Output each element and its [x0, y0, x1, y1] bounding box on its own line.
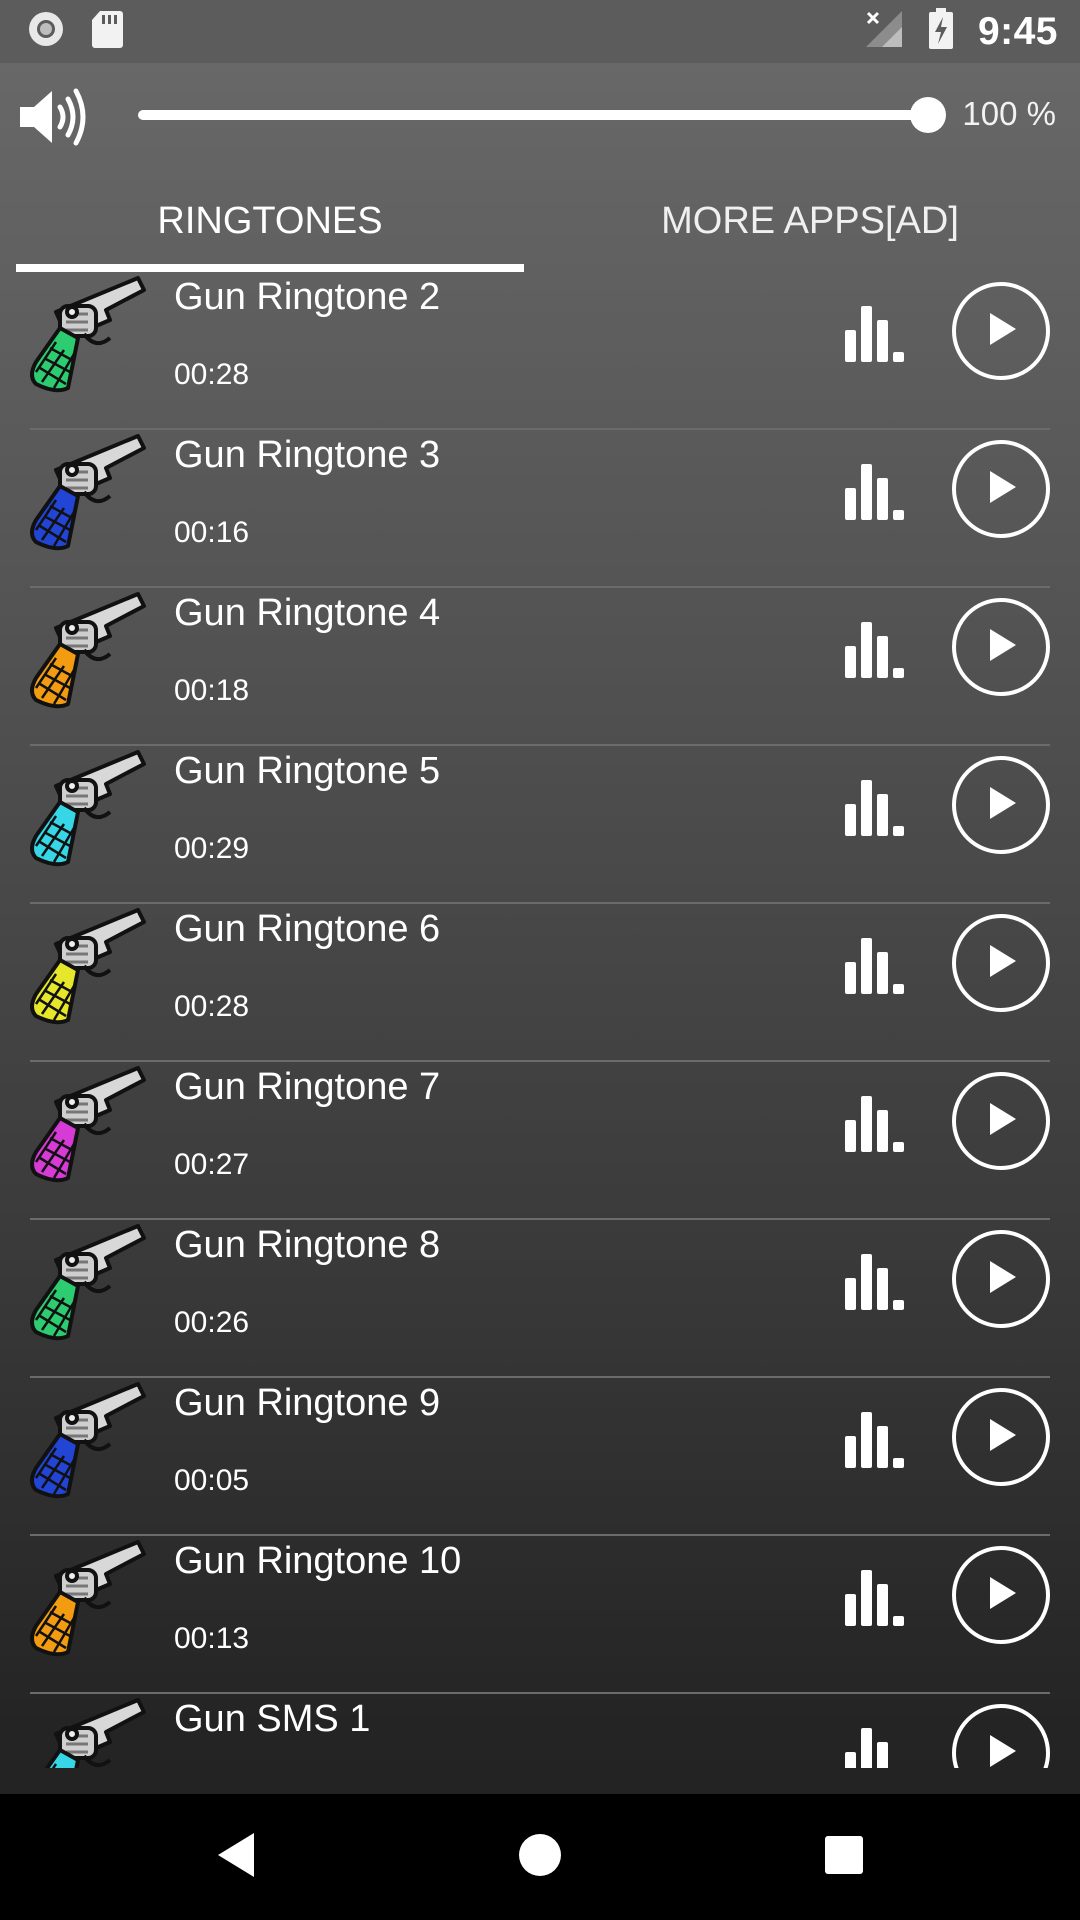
ringtone-title: Gun SMS 1 [174, 1698, 371, 1740]
play-button[interactable] [952, 914, 1050, 1012]
set-ringtone-bars-icon[interactable] [845, 776, 911, 841]
ringtone-duration: 00:29 [174, 832, 250, 865]
revolver-icon [26, 1378, 150, 1507]
ringtone-title: Gun Ringtone 8 [174, 1224, 441, 1266]
volume-slider-thumb[interactable] [910, 97, 946, 133]
revolver-icon [26, 272, 150, 401]
revolver-icon [26, 430, 150, 559]
play-button[interactable] [952, 598, 1050, 696]
revolver-icon [26, 588, 150, 717]
revolver-icon [26, 904, 150, 1033]
recents-button[interactable] [754, 1794, 934, 1920]
ringtone-duration: 00:28 [174, 990, 250, 1023]
back-button[interactable] [146, 1794, 326, 1920]
sd-card-icon [90, 9, 124, 54]
play-button[interactable] [952, 1388, 1050, 1486]
ringtone-title: Gun Ringtone 2 [174, 276, 441, 318]
play-icon [984, 943, 1018, 984]
play-icon [984, 627, 1018, 668]
play-icon [984, 1259, 1018, 1300]
battery-charging-icon [928, 8, 954, 55]
ringtone-title: Gun Ringtone 7 [174, 1066, 441, 1108]
set-ringtone-bars-icon[interactable] [845, 1408, 911, 1473]
status-time: 9:45 [977, 9, 1058, 53]
play-icon [984, 469, 1018, 510]
volume-control: 100 % [0, 63, 1080, 168]
set-ringtone-bars-icon[interactable] [845, 618, 911, 683]
set-ringtone-bars-icon[interactable] [845, 1250, 911, 1315]
ringtone-title: Gun Ringtone 5 [174, 750, 441, 792]
ringtone-list[interactable]: Gun Ringtone 2 00:28 Gun Ringtone 3 00:1… [0, 272, 1080, 1768]
ringtone-row[interactable]: Gun Ringtone 9 00:05 [0, 1378, 1080, 1536]
app-screen: 9:45 100 % RINGTONES MORE APPS[AD] Gun R… [0, 0, 1080, 1920]
speaker-icon[interactable] [18, 85, 94, 154]
ringtone-duration: 00:05 [174, 1464, 250, 1497]
play-icon [984, 785, 1018, 826]
play-button[interactable] [952, 756, 1050, 854]
ringtone-title: Gun Ringtone 9 [174, 1382, 441, 1424]
tab-bar: RINGTONES MORE APPS[AD] [0, 168, 1080, 274]
ringtone-title: Gun Ringtone 3 [174, 434, 441, 476]
ringtone-row[interactable]: Gun Ringtone 3 00:16 [0, 430, 1080, 588]
play-button[interactable] [952, 1546, 1050, 1644]
ringtone-duration: 00:13 [174, 1622, 250, 1655]
status-bar: 9:45 [0, 0, 1080, 63]
play-button[interactable] [952, 282, 1050, 380]
ringtone-row[interactable]: Gun Ringtone 8 00:26 [0, 1220, 1080, 1378]
set-ringtone-bars-icon[interactable] [845, 1724, 911, 1768]
ringtone-duration: 00:26 [174, 1306, 250, 1339]
set-ringtone-bars-icon[interactable] [845, 1566, 911, 1631]
back-icon [214, 1831, 258, 1884]
set-ringtone-bars-icon[interactable] [845, 1092, 911, 1157]
ringtone-row[interactable]: Gun SMS 1 [0, 1694, 1080, 1768]
play-button[interactable] [952, 1230, 1050, 1328]
tab-ringtones[interactable]: RINGTONES [16, 168, 524, 274]
play-icon [984, 1101, 1018, 1142]
play-icon [984, 1575, 1018, 1616]
play-button[interactable] [952, 1704, 1050, 1768]
tab-more-apps[interactable]: MORE APPS[AD] [540, 168, 1080, 274]
set-ringtone-bars-icon[interactable] [845, 460, 911, 525]
revolver-icon [26, 746, 150, 875]
ringtone-row[interactable]: Gun Ringtone 7 00:27 [0, 1062, 1080, 1220]
play-button[interactable] [952, 440, 1050, 538]
revolver-icon [26, 1694, 150, 1768]
ringtone-title: Gun Ringtone 4 [174, 592, 441, 634]
play-icon [984, 1733, 1018, 1769]
ringtone-duration: 00:28 [174, 358, 250, 391]
ringtone-duration: 00:18 [174, 674, 250, 707]
ringtone-row[interactable]: Gun Ringtone 4 00:18 [0, 588, 1080, 746]
set-ringtone-bars-icon[interactable] [845, 934, 911, 999]
record-icon [26, 9, 66, 54]
play-icon [984, 311, 1018, 352]
revolver-icon [26, 1536, 150, 1665]
ringtone-duration: 00:27 [174, 1148, 250, 1181]
ringtone-duration: 00:16 [174, 516, 250, 549]
home-button[interactable] [450, 1794, 630, 1920]
navigation-bar [0, 1794, 1080, 1920]
volume-slider-track[interactable] [138, 110, 928, 120]
ringtone-row[interactable]: Gun Ringtone 6 00:28 [0, 904, 1080, 1062]
home-icon [517, 1832, 563, 1883]
ringtone-title: Gun Ringtone 10 [174, 1540, 462, 1582]
no-signal-icon [864, 9, 904, 54]
volume-percent: 100 % [962, 95, 1056, 132]
ringtone-row[interactable]: Gun Ringtone 5 00:29 [0, 746, 1080, 904]
revolver-icon [26, 1220, 150, 1349]
ringtone-row[interactable]: Gun Ringtone 2 00:28 [0, 272, 1080, 430]
set-ringtone-bars-icon[interactable] [845, 302, 911, 367]
play-icon [984, 1417, 1018, 1458]
ringtone-title: Gun Ringtone 6 [174, 908, 441, 950]
ringtone-row[interactable]: Gun Ringtone 10 00:13 [0, 1536, 1080, 1694]
recents-icon [823, 1834, 865, 1881]
revolver-icon [26, 1062, 150, 1191]
tab-indicator [16, 264, 524, 272]
play-button[interactable] [952, 1072, 1050, 1170]
